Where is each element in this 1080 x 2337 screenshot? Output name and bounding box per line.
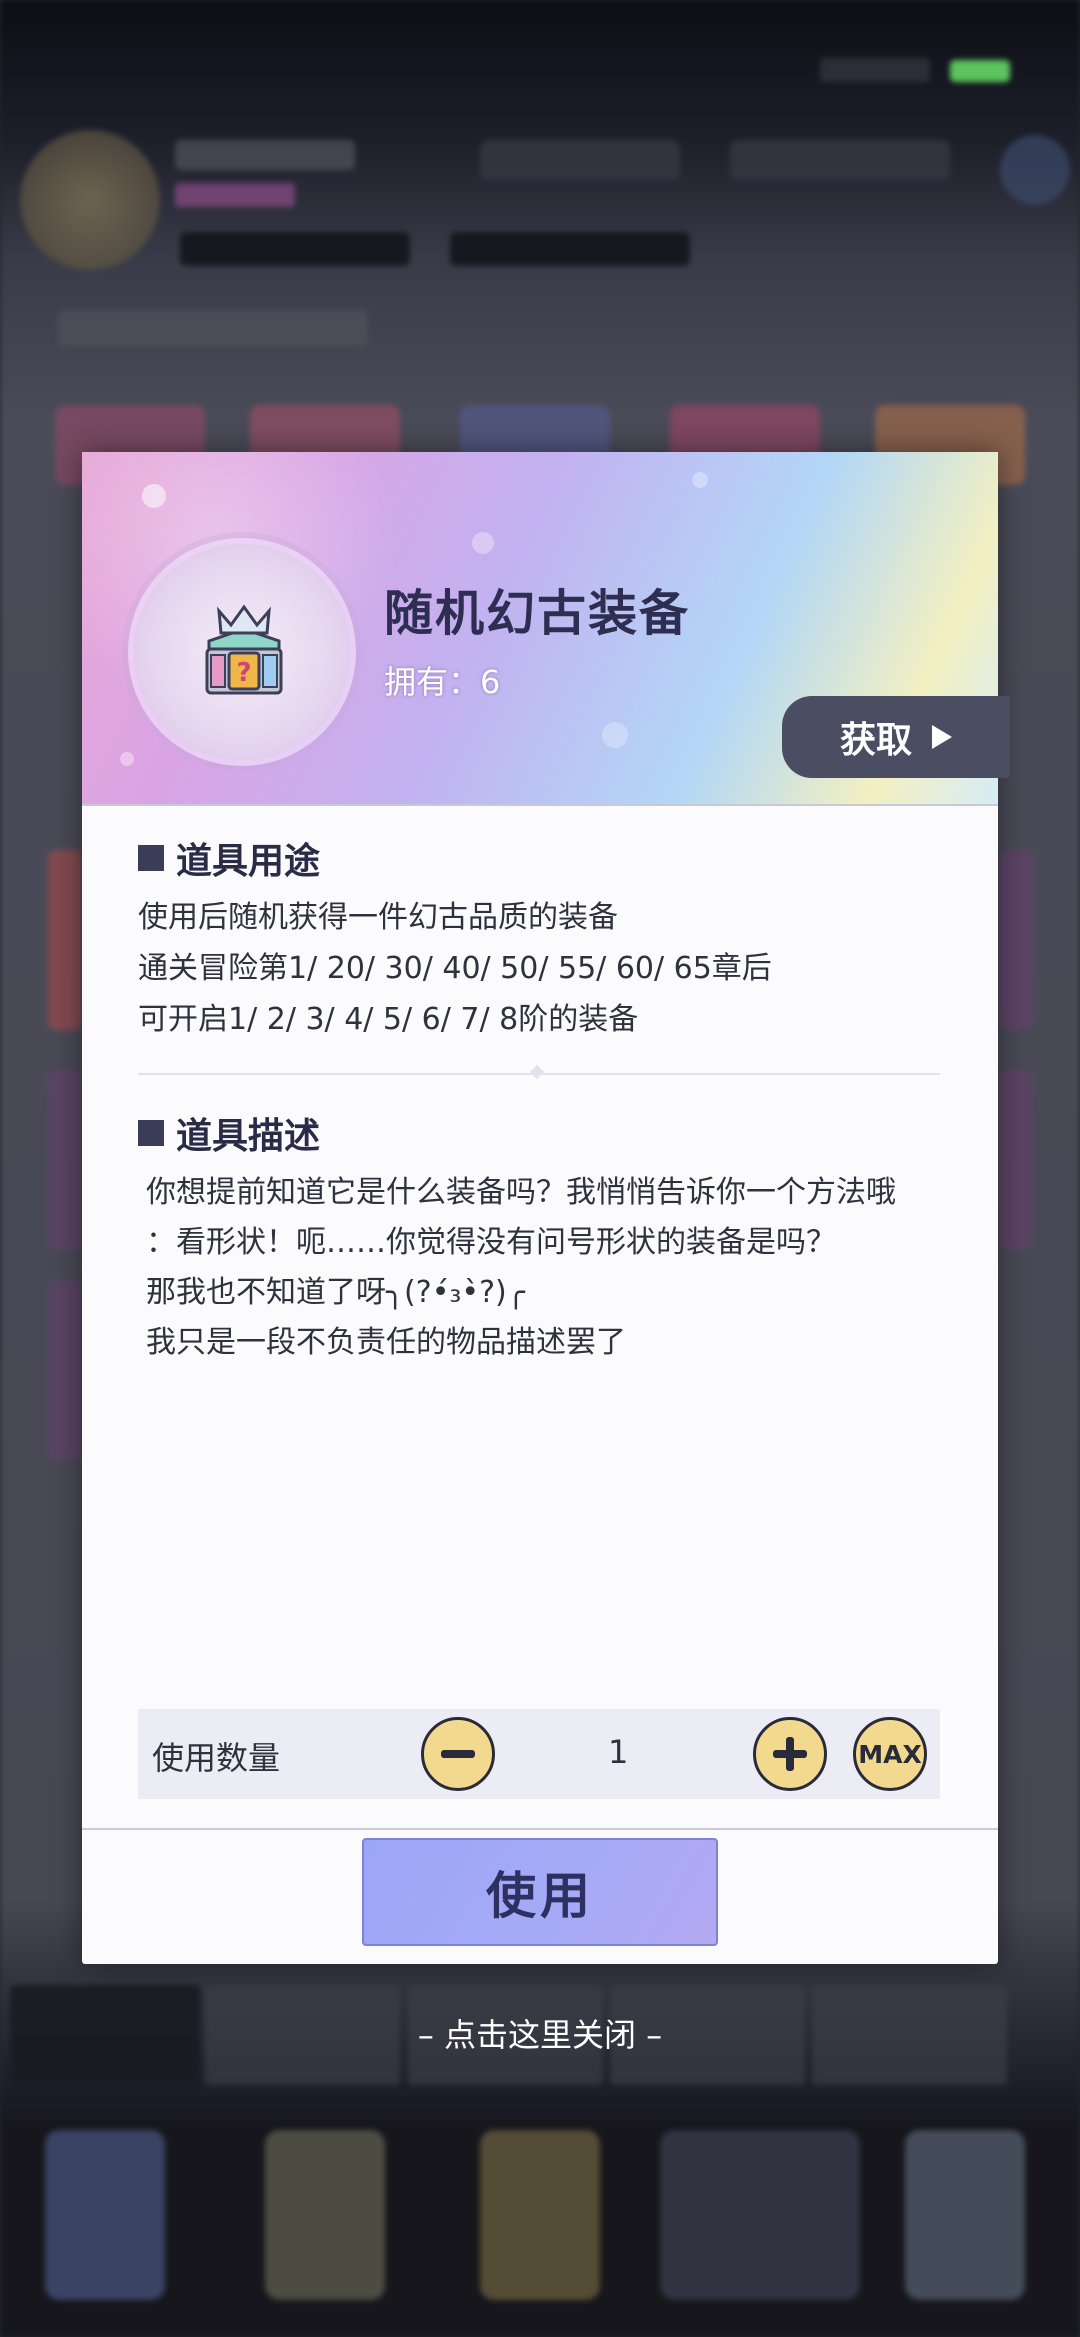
bg-nav-icon <box>660 2130 860 2300</box>
svg-text:?: ? <box>236 658 251 688</box>
description-line: ：看形状！呃……你觉得没有问号形状的装备是吗？ <box>146 1225 836 1260</box>
treasure-chest-icon: ? <box>205 604 283 695</box>
player-title <box>175 183 295 207</box>
bg-side <box>48 1280 82 1460</box>
usage-line: 可开启1/ 2/ 3/ 4/ 5/ 6/ 7/ 8阶的装备 <box>138 1002 639 1037</box>
obtain-button[interactable]: 获取 <box>782 696 1010 778</box>
square-bullet-icon <box>138 845 164 871</box>
item-detail-dialog: ? 随机幻古装备 拥有：6 获取 道具用途 使用后随机获得一件幻古品质的装备 通… <box>82 452 1010 1964</box>
usage-section-title: 道具用途 <box>138 832 320 884</box>
usage-title-text: 道具用途 <box>176 841 321 882</box>
footer-divider <box>82 1828 998 1830</box>
coin-counter <box>730 140 950 180</box>
use-label: 使用 <box>486 1867 594 1925</box>
status-bar-text <box>820 58 930 82</box>
quantity-selector: 使用数量 1 MAX <box>138 1709 940 1799</box>
power-bar <box>180 232 410 266</box>
max-label: MAX <box>858 1739 922 1769</box>
increase-button[interactable] <box>753 1717 827 1791</box>
plus-icon <box>773 1737 807 1771</box>
item-header: ? 随机幻古装备 拥有：6 获取 <box>82 452 1010 806</box>
player-avatar <box>20 130 160 270</box>
square-bullet-icon <box>138 1120 164 1146</box>
description-title-text: 道具描述 <box>176 1116 321 1157</box>
bg-side <box>48 850 82 1030</box>
use-button[interactable]: 使用 <box>362 1838 718 1946</box>
bg-nav-icon <box>905 2130 1025 2300</box>
diamond-icon <box>529 1064 545 1080</box>
quantity-label: 使用数量 <box>152 1739 281 1777</box>
description-line: 那我也不知道了呀╮(?•́₃•̀?)╭ <box>146 1275 525 1310</box>
decor-sparkle <box>472 532 494 554</box>
play-arrow-icon <box>932 725 952 749</box>
item-name: 随机幻古装备 <box>384 585 691 642</box>
decor-sparkle <box>692 472 708 488</box>
description-line: 我只是一段不负责任的物品描述罢了 <box>146 1325 626 1360</box>
bg-nav-icon <box>45 2130 165 2300</box>
bg-nav-icon <box>480 2130 600 2300</box>
bg-side <box>998 850 1032 1030</box>
gem-counter <box>480 140 680 180</box>
bg-nav-icon <box>265 2130 385 2300</box>
item-owned-count: 拥有：6 <box>384 663 501 701</box>
decor-sparkle <box>602 722 628 748</box>
section-divider <box>138 1064 940 1080</box>
settings-icon <box>1000 135 1070 205</box>
obtain-label: 获取 <box>839 720 912 761</box>
decor-sparkle <box>120 752 134 766</box>
description-line: 你想提前知道它是什么装备吗？我悄悄告诉你一个方法哦 <box>146 1175 896 1210</box>
exp-bar <box>450 232 690 266</box>
decrease-button[interactable] <box>421 1717 495 1791</box>
quantity-value[interactable]: 1 <box>608 1733 628 1771</box>
section-header <box>58 310 368 346</box>
usage-line: 使用后随机获得一件幻古品质的装备 <box>138 900 618 935</box>
bg-side <box>48 1070 82 1250</box>
minus-icon <box>441 1750 475 1758</box>
battery-icon <box>950 60 1010 82</box>
decor-sparkle <box>142 484 166 508</box>
usage-line: 通关冒险第1/ 20/ 30/ 40/ 50/ 55/ 60/ 65章后 <box>138 951 772 986</box>
player-name <box>175 140 355 170</box>
max-button[interactable]: MAX <box>853 1717 927 1791</box>
description-section-title: 道具描述 <box>138 1107 320 1159</box>
bg-side <box>998 1070 1032 1250</box>
item-icon-frame: ? <box>134 544 350 760</box>
close-hint[interactable]: – 点击这里关闭 – <box>0 2010 1080 2056</box>
